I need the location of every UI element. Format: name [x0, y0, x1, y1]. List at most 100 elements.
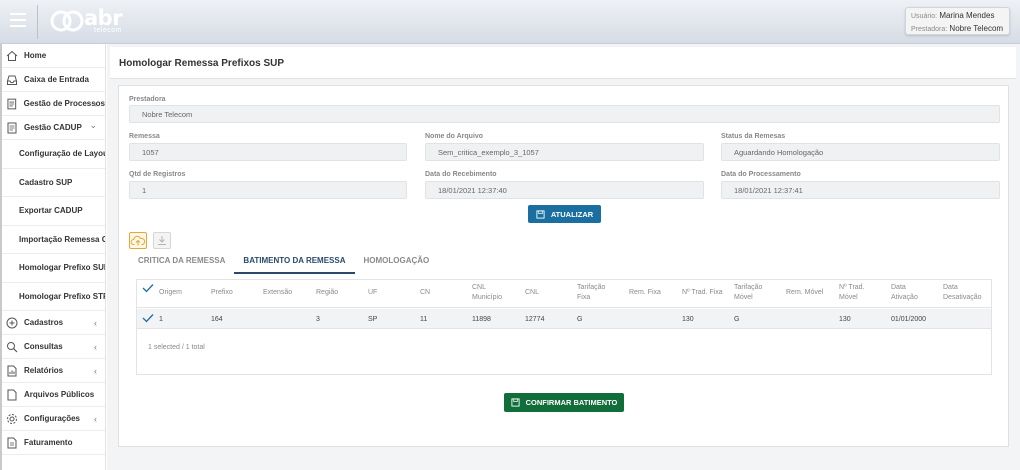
cell-uf: SP — [368, 316, 378, 323]
col-header-data-desativacao[interactable]: Data Desativação — [943, 283, 989, 303]
sidebar-subitem-label: Importação Remessa CADUP — [19, 234, 105, 244]
download-button[interactable] — [153, 232, 171, 249]
sidebar-item-gestao-cadup[interactable]: Gestão CADUP ⌄ — [2, 116, 105, 140]
sidebar-item-home[interactable]: Home — [2, 44, 105, 68]
sidebar-item-faturamento[interactable]: Faturamento — [2, 431, 105, 455]
col-header-origem[interactable]: Origem — [159, 288, 211, 298]
qtd-registros-label: Qtd de Registros — [129, 171, 186, 178]
col-header-regiao[interactable]: Região — [316, 288, 368, 298]
cell-trad-movel: 130 — [839, 316, 851, 323]
menu-icon[interactable] — [10, 13, 26, 27]
data-recebimento-field: 18/01/2021 12:37:40 — [425, 181, 704, 199]
inbox-icon — [7, 75, 17, 85]
chevron-left-icon: ‹ — [94, 99, 97, 109]
sidebar-item-gestao-processos[interactable]: Gestão de Processos ‹ — [2, 92, 105, 116]
col-header-trad-fixa[interactable]: Nº Trad. Fixa — [682, 288, 734, 298]
save-icon — [511, 398, 520, 407]
sidebar-item-label: Gestão CADUP — [24, 123, 82, 132]
tab-critica-remessa[interactable]: CRITICA DA REMESSA — [129, 254, 234, 274]
user-label: Usuário: — [911, 13, 938, 20]
sidebar-subitem-label: Configuração de Layout — [19, 149, 105, 159]
cell-origem: 1 — [159, 316, 163, 323]
remessa-field: 1057 — [129, 143, 407, 161]
sidebar-item-relatorios[interactable]: Relatórios ‹ — [2, 359, 105, 383]
sidebar-item-cadastros[interactable]: Cadastros ‹ — [2, 311, 105, 335]
sidebar-item-label: Consultas — [24, 342, 63, 351]
select-all-check-icon[interactable] — [142, 283, 154, 293]
home-icon — [6, 50, 18, 61]
file-icon — [7, 437, 17, 448]
col-header-cnl-municipio[interactable]: CNL Município — [472, 283, 512, 303]
col-header-rem-movel[interactable]: Rem. Móvel — [786, 288, 838, 298]
nome-arquivo-field: Sem_critica_exemplo_3_1057 — [425, 143, 704, 161]
sidebar-item-label: Caixa de Entrada — [24, 75, 89, 84]
sidebar-item-arquivos-publicos[interactable]: Arquivos Públicos — [2, 383, 105, 407]
sidebar-subitem-configuracao-layout[interactable]: Configuração de Layout — [2, 140, 105, 169]
data-recebimento-label: Data do Recebimento — [425, 171, 497, 178]
row-check-icon[interactable] — [142, 313, 154, 323]
col-header-uf[interactable]: UF — [368, 288, 420, 298]
sidebar-item-configuracoes[interactable]: Configurações ‹ — [2, 407, 105, 431]
user-name: Marina Mendes — [939, 11, 995, 20]
sidebar-item-label: Home — [24, 51, 47, 60]
main-content: Homologar Remessa Prefixos SUP Prestador… — [107, 44, 1020, 470]
data-processamento-field: 18/01/2021 12:37:41 — [721, 181, 1000, 199]
sidebar-item-caixa-entrada[interactable]: Caixa de Entrada — [2, 68, 105, 92]
col-header-rem-fixa[interactable]: Rem. Fixa — [629, 288, 681, 298]
sidebar-subitem-label: Exportar CADUP — [19, 206, 83, 216]
sidebar-item-label: Cadastros — [24, 318, 64, 327]
page-title-bar: Homologar Remessa Prefixos SUP — [110, 47, 1016, 79]
logo-mark-icon — [50, 10, 84, 32]
col-header-tarifacao-fixa[interactable]: Tarifação Fixa — [577, 283, 617, 303]
col-header-cn[interactable]: CN — [420, 288, 472, 298]
header-divider — [37, 5, 38, 39]
selection-count: 1 selected / 1 total — [148, 344, 205, 351]
document-icon — [7, 122, 17, 133]
gear-icon — [7, 413, 17, 424]
sidebar-subitem-cadastro-sup[interactable]: Cadastro SUP — [2, 169, 105, 197]
upload-button[interactable] — [129, 232, 147, 249]
sidebar-subitem-label: Cadastro SUP — [19, 177, 73, 187]
cell-tarifacao-movel: G — [734, 316, 740, 323]
cloud-upload-icon — [130, 235, 146, 246]
save-icon — [536, 209, 545, 219]
sidebar-subitem-homologar-prefixo-sup[interactable]: Homologar Prefixo SUP — [2, 254, 105, 283]
cell-prefixo: 164 — [211, 316, 223, 323]
sidebar-item-label: Gestão de Processos — [23, 99, 105, 108]
batimento-table: Origem Prefixo Extensão Região UF CN CNL… — [136, 279, 992, 375]
sidebar-subitem-exportar-cadup[interactable]: Exportar CADUP — [2, 197, 105, 226]
top-header: abr telecom Usuário: Marina Mendes Prest… — [0, 0, 1020, 44]
cell-data-ativacao: 01/01/2000 — [891, 316, 927, 323]
cell-cnl-municipio: 11898 — [472, 316, 491, 323]
col-header-extensao[interactable]: Extensão — [263, 288, 315, 298]
remessa-card: Prestadora Nobre Telecom Remessa 1057 No… — [118, 85, 1009, 447]
sidebar-item-label: Relatórios — [24, 366, 64, 375]
chevron-down-icon: ⌄ — [89, 120, 97, 130]
qtd-registros-field: 1 — [129, 181, 407, 199]
atualizar-button[interactable]: ATUALIZAR — [528, 205, 601, 223]
col-header-trad-movel[interactable]: Nº Trad. Móvel — [839, 283, 879, 303]
prestadora-field: Nobre Telecom — [129, 105, 1000, 123]
cell-regiao: 3 — [316, 316, 320, 323]
tab-homologacao[interactable]: HOMOLOGAÇÃO — [355, 254, 439, 274]
col-header-cnl[interactable]: CNL — [525, 288, 577, 298]
cell-cn: 11 — [420, 316, 428, 323]
report-icon — [7, 365, 17, 376]
col-header-tarifacao-movel[interactable]: Tarifação Móvel — [734, 283, 774, 303]
status-remessa-field: Aguardando Homologação — [721, 143, 1000, 161]
sidebar-item-consultas[interactable]: Consultas ‹ — [2, 335, 105, 359]
confirmar-batimento-button[interactable]: CONFIRMAR BATIMENTO — [504, 393, 624, 412]
file-icon — [7, 389, 17, 400]
search-icon — [7, 341, 18, 352]
table-row[interactable]: 1 164 3 SP 11 11898 12774 G 130 G 130 01… — [137, 309, 991, 329]
sidebar-subitem-importacao-remessa[interactable]: Importação Remessa CADUP — [2, 226, 105, 254]
logo-subtext: telecom — [94, 27, 123, 34]
sidebar-subitem-homologar-prefixo-stfc[interactable]: Homologar Prefixo STFC... — [2, 283, 105, 311]
chevron-left-icon: ‹ — [94, 414, 97, 424]
tab-batimento-remessa[interactable]: BATIMENTO DA REMESSA — [234, 254, 355, 274]
col-header-data-ativacao[interactable]: Data Ativação — [891, 283, 931, 303]
remessa-tabs: CRITICA DA REMESSA BATIMENTO DA REMESSA … — [129, 254, 438, 274]
col-header-prefixo[interactable]: Prefixo — [211, 288, 263, 298]
user-info-box[interactable]: Usuário: Marina Mendes Prestadora: Nobre… — [905, 7, 1010, 35]
cell-cnl: 12774 — [525, 316, 545, 323]
